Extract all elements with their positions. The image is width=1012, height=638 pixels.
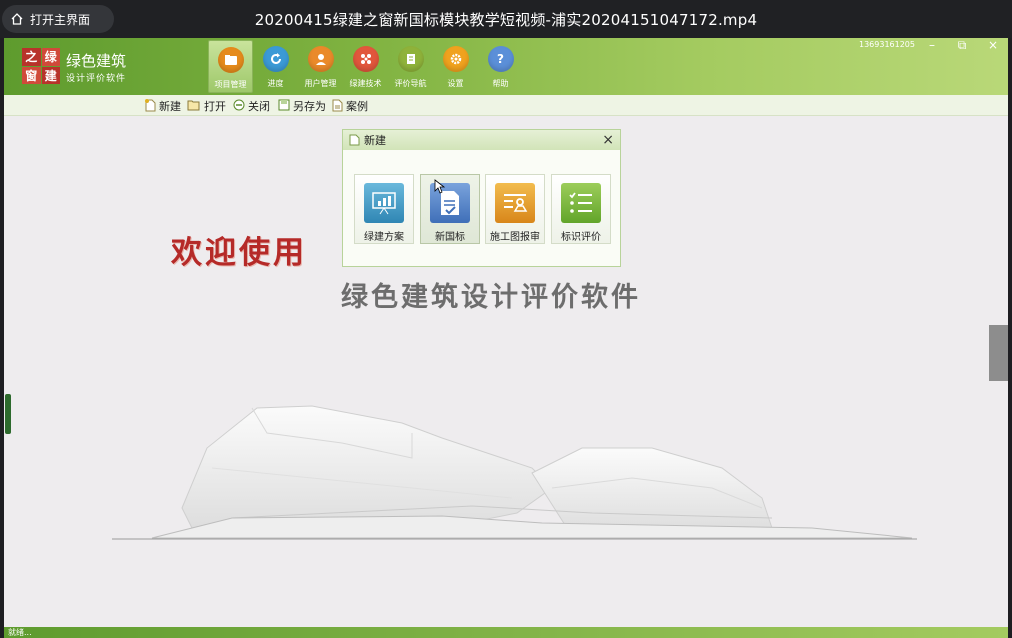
folder-icon <box>217 47 244 73</box>
refresh-icon <box>262 46 289 72</box>
close-circle-icon <box>233 99 245 112</box>
tile-label: 施工图报审 <box>490 232 540 243</box>
tile-green-scheme[interactable]: 绿建方案 <box>354 174 414 244</box>
player-title-bar: 打开主界面 20200415绿建之窗新国标模块教学短视频-浦实202041510… <box>0 0 1012 38</box>
main-nav: 项目管理 进度 用户管理 绿建技术 评价导航 设置 ? 帮助 <box>208 40 523 93</box>
new-doc-icon <box>349 134 360 146</box>
welcome-text: 欢迎使用 <box>171 235 307 271</box>
nav-label: 设置 <box>447 79 464 88</box>
tile-label-evaluation[interactable]: 标识评价 <box>551 174 611 244</box>
nav-item-settings[interactable]: 设置 <box>433 40 478 93</box>
nav-item-help[interactable]: ? 帮助 <box>478 40 523 93</box>
new-project-dialog: 新建 × 绿建方案 新国标 施工图报审 标识评价 <box>342 129 621 267</box>
tile-label: 新国标 <box>435 232 465 243</box>
toolbar-label: 打开 <box>204 99 226 113</box>
save-as-icon <box>278 99 290 112</box>
software-title: 绿色建筑设计评价软件 <box>341 282 641 313</box>
toolbar-label: 关闭 <box>248 99 270 113</box>
dialog-header: 新建 <box>343 130 620 150</box>
dialog-close-icon[interactable]: × <box>602 132 614 148</box>
nav-label: 进度 <box>267 79 284 88</box>
app-header: 之 绿 窗 建 绿色建筑 设计评价软件 项目管理 进度 用户管理 绿建技术 评价… <box>4 38 1008 95</box>
app-window: 之 绿 窗 建 绿色建筑 设计评价软件 项目管理 进度 用户管理 绿建技术 评价… <box>4 38 1008 638</box>
restore-button[interactable]: ⧉ <box>951 38 973 53</box>
logo-char: 建 <box>41 66 60 84</box>
book-icon <box>397 46 424 72</box>
brand-title: 绿色建筑 <box>66 52 127 70</box>
nav-label: 帮助 <box>492 79 509 88</box>
video-title: 20200415绿建之窗新国标模块教学短视频-浦实20204151047172.… <box>254 11 758 29</box>
mouse-cursor-icon <box>434 179 445 194</box>
nav-label: 用户管理 <box>304 79 337 88</box>
user-phone: 13693161205 <box>859 40 915 49</box>
toolbar-label: 新建 <box>159 99 181 113</box>
tile-new-national-standard[interactable]: 新国标 <box>420 174 480 244</box>
open-folder-icon <box>187 99 201 112</box>
gear-icon <box>442 46 469 72</box>
nav-label: 绿建技术 <box>349 79 382 88</box>
logo-char: 窗 <box>22 66 41 84</box>
app-logo: 之 绿 窗 建 <box>22 48 60 84</box>
checklist-icon <box>561 183 601 223</box>
new-doc-icon <box>144 99 156 112</box>
example-icon <box>331 99 343 112</box>
status-bar: 就绪... <box>4 627 1008 638</box>
toolbar-label: 另存为 <box>293 99 326 113</box>
toolbar-example-button[interactable]: 案例 <box>331 98 368 113</box>
tile-construction-review[interactable]: 施工图报审 <box>485 174 545 244</box>
toolbar-new-button[interactable]: 新建 <box>144 98 181 113</box>
nav-label: 评价导航 <box>394 79 427 88</box>
building-illustration <box>112 405 917 540</box>
toolbar-close-button[interactable]: 关闭 <box>233 98 270 113</box>
nav-item-progress[interactable]: 进度 <box>253 40 298 93</box>
toolbar-open-button[interactable]: 打开 <box>187 98 226 113</box>
toolbar-label: 案例 <box>346 99 368 113</box>
nav-item-project-management[interactable]: 项目管理 <box>208 40 253 93</box>
drawing-review-icon <box>495 183 535 223</box>
minimize-button[interactable]: – <box>921 38 943 52</box>
molecule-icon <box>352 46 379 72</box>
side-panel-toggle[interactable] <box>989 325 1008 381</box>
logo-char: 绿 <box>41 48 60 66</box>
nav-label: 项目管理 <box>214 80 247 89</box>
help-icon: ? <box>487 46 514 72</box>
side-grip-handle[interactable] <box>5 394 11 434</box>
nav-item-user-management[interactable]: 用户管理 <box>298 40 343 93</box>
user-icon <box>307 46 334 72</box>
tile-label: 绿建方案 <box>364 232 404 243</box>
tile-label: 标识评价 <box>561 232 601 243</box>
dialog-title: 新建 <box>364 134 386 147</box>
toolbar: 新建 打开 关闭 另存为 案例 <box>4 95 1008 116</box>
close-window-button[interactable]: × <box>982 38 1004 52</box>
logo-char: 之 <box>22 48 41 66</box>
nav-item-green-tech[interactable]: 绿建技术 <box>343 40 388 93</box>
chart-board-icon <box>364 183 404 223</box>
brand-subtitle: 设计评价软件 <box>66 74 127 84</box>
nav-item-evaluation-guide[interactable]: 评价导航 <box>388 40 433 93</box>
toolbar-save-as-button[interactable]: 另存为 <box>278 98 326 113</box>
